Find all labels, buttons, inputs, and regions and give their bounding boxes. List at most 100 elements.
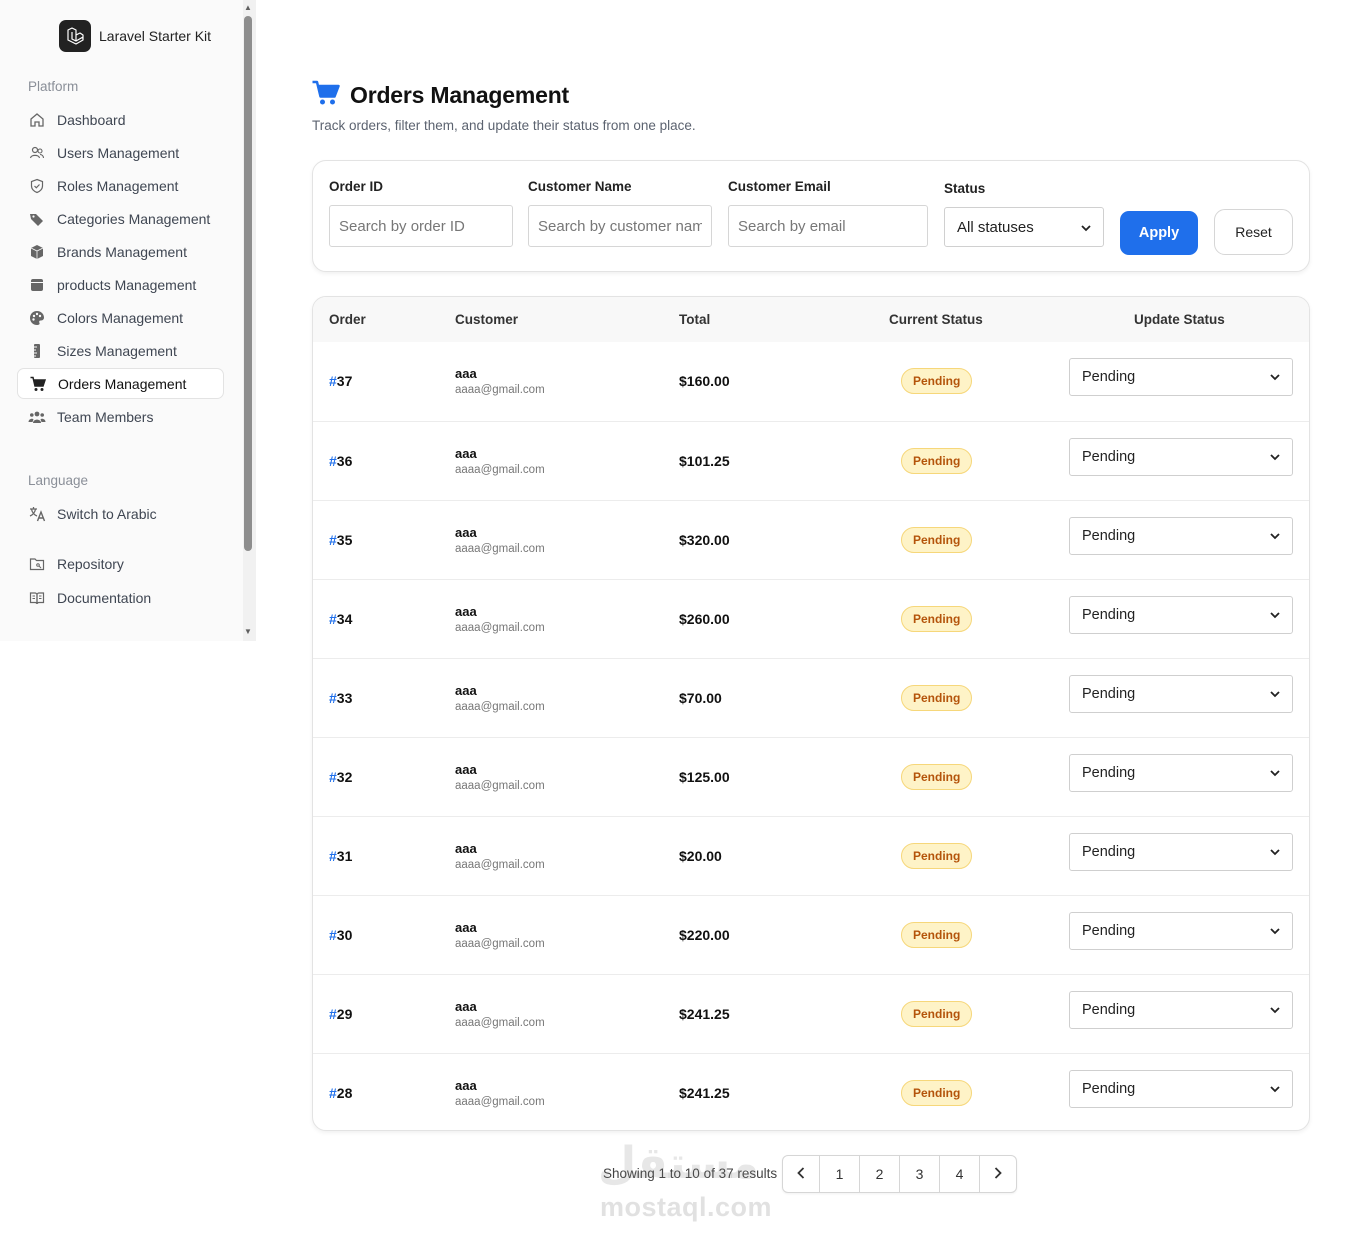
page-4-button[interactable]: 4 — [940, 1156, 980, 1192]
scroll-down-icon[interactable]: ▼ — [244, 627, 252, 636]
sidebar-item-orders[interactable]: Orders Management — [17, 368, 224, 399]
order-hash: # — [329, 769, 337, 785]
sidebar-item-users[interactable]: Users Management — [17, 137, 224, 168]
brand[interactable]: Laravel Starter Kit — [59, 20, 211, 52]
update-status-value: Pending — [1082, 923, 1136, 939]
update-status-select[interactable]: Pending — [1069, 675, 1293, 713]
language-group-label: Language — [28, 473, 89, 488]
customer-email-input[interactable] — [728, 205, 928, 247]
order-id-cell[interactable]: #36 — [329, 453, 352, 469]
table-row: #33 aaa aaaa@gmail.com $70.00 Pending Pe… — [313, 658, 1309, 737]
table-header: Order Customer Total Current Status Upda… — [313, 297, 1309, 342]
folder-git-icon — [28, 555, 46, 573]
page-2-button[interactable]: 2 — [860, 1156, 900, 1192]
order-id-cell[interactable]: #34 — [329, 611, 352, 627]
update-status-select[interactable]: Pending — [1069, 991, 1293, 1029]
update-status-select[interactable]: Pending — [1069, 1070, 1293, 1108]
sidebar-item-label: Users Management — [57, 144, 180, 161]
update-status-select[interactable]: Pending — [1069, 517, 1293, 555]
sidebar-item-products[interactable]: products Management — [17, 269, 224, 300]
order-hash: # — [329, 1085, 337, 1101]
status-badge: Pending — [901, 1001, 973, 1027]
sidebar-item-label: products Management — [57, 276, 197, 293]
sidebar-item-sizes[interactable]: Sizes Management — [17, 335, 224, 366]
order-total-cell: $20.00 — [679, 848, 722, 864]
customer-name-label: Customer Name — [528, 179, 632, 194]
update-status-value: Pending — [1082, 686, 1136, 702]
sidebar-item-brands[interactable]: Brands Management — [17, 236, 224, 267]
order-id-cell[interactable]: #35 — [329, 532, 352, 548]
sidebar-scrollbar-thumb[interactable] — [244, 16, 252, 551]
home-icon — [28, 111, 46, 129]
status-select[interactable]: All statuses — [944, 207, 1104, 247]
sidebar-item-colors[interactable]: Colors Management — [17, 302, 224, 333]
sidebar-item-categories[interactable]: Categories Management — [17, 203, 224, 234]
repository-link[interactable]: Repository — [17, 548, 224, 579]
order-total-cell: $70.00 — [679, 690, 722, 706]
scroll-up-icon[interactable]: ▲ — [244, 3, 252, 12]
shield-icon — [28, 177, 46, 195]
order-id-cell[interactable]: #29 — [329, 1006, 352, 1022]
order-id-cell[interactable]: #28 — [329, 1085, 352, 1101]
update-status-select[interactable]: Pending — [1069, 438, 1293, 476]
order-total-cell: $125.00 — [679, 769, 730, 785]
col-total: Total — [679, 312, 711, 327]
reset-button[interactable]: Reset — [1214, 209, 1293, 255]
documentation-link[interactable]: Documentation — [17, 582, 224, 613]
update-status-value: Pending — [1082, 765, 1136, 781]
order-id-cell[interactable]: #32 — [329, 769, 352, 785]
chevron-down-icon — [1270, 686, 1280, 702]
pagination: 1 2 3 4 — [782, 1155, 1017, 1193]
sidebar-item-roles[interactable]: Roles Management — [17, 170, 224, 201]
filter-card: Order ID Customer Name Customer Email St… — [312, 160, 1310, 272]
order-number: 35 — [336, 532, 353, 548]
order-total-cell: $220.00 — [679, 927, 730, 943]
next-page-button[interactable] — [980, 1156, 1016, 1192]
status-label: Status — [944, 181, 986, 196]
prev-page-button[interactable] — [783, 1156, 820, 1192]
apply-button[interactable]: Apply — [1120, 211, 1198, 255]
order-hash: # — [329, 927, 337, 943]
order-number: 31 — [336, 848, 353, 864]
chevron-down-icon — [1270, 844, 1280, 860]
update-status-select[interactable]: Pending — [1069, 833, 1293, 871]
order-id-cell[interactable]: #37 — [329, 373, 352, 389]
order-number: 29 — [336, 1006, 353, 1022]
chevron-down-icon — [1270, 607, 1280, 623]
status-badge: Pending — [901, 368, 973, 394]
chevron-down-icon — [1270, 1002, 1280, 1018]
update-status-select[interactable]: Pending — [1069, 912, 1293, 950]
page-1-button[interactable]: 1 — [820, 1156, 860, 1192]
orders-table: Order Customer Total Current Status Upda… — [312, 296, 1310, 1131]
platform-group-label: Platform — [28, 79, 79, 94]
customer-name-cell: aaa — [455, 525, 477, 540]
order-id-cell[interactable]: #30 — [329, 927, 352, 943]
order-number: 37 — [336, 373, 353, 389]
update-status-select[interactable]: Pending — [1069, 596, 1293, 634]
sidebar-item-label: Categories Management — [57, 210, 211, 227]
order-total-cell: $101.25 — [679, 453, 730, 469]
update-status-select[interactable]: Pending — [1069, 754, 1293, 792]
order-id-cell[interactable]: #31 — [329, 848, 352, 864]
status-badge: Pending — [901, 1080, 973, 1106]
sidebar-item-label: Documentation — [57, 589, 152, 606]
order-id-input[interactable] — [329, 205, 513, 247]
update-status-value: Pending — [1082, 369, 1136, 385]
update-status-value: Pending — [1082, 449, 1136, 465]
chevron-down-icon — [1270, 1081, 1280, 1097]
switch-language-link[interactable]: Switch to Arabic — [17, 498, 224, 529]
order-id-cell[interactable]: #33 — [329, 690, 352, 706]
users-icon — [28, 144, 46, 162]
translate-icon — [28, 505, 46, 523]
customer-name-input[interactable] — [528, 205, 712, 247]
order-number: 32 — [336, 769, 353, 785]
sidebar-item-dashboard[interactable]: Dashboard — [17, 104, 224, 135]
ruler-icon — [28, 342, 46, 360]
sidebar-item-team[interactable]: Team Members — [17, 401, 224, 432]
update-status-select[interactable]: Pending — [1069, 358, 1293, 396]
page-3-button[interactable]: 3 — [900, 1156, 940, 1192]
order-id-label: Order ID — [329, 179, 384, 194]
chevron-left-icon — [797, 1166, 805, 1182]
update-status-value: Pending — [1082, 528, 1136, 544]
page-title: Orders Management — [350, 82, 569, 108]
